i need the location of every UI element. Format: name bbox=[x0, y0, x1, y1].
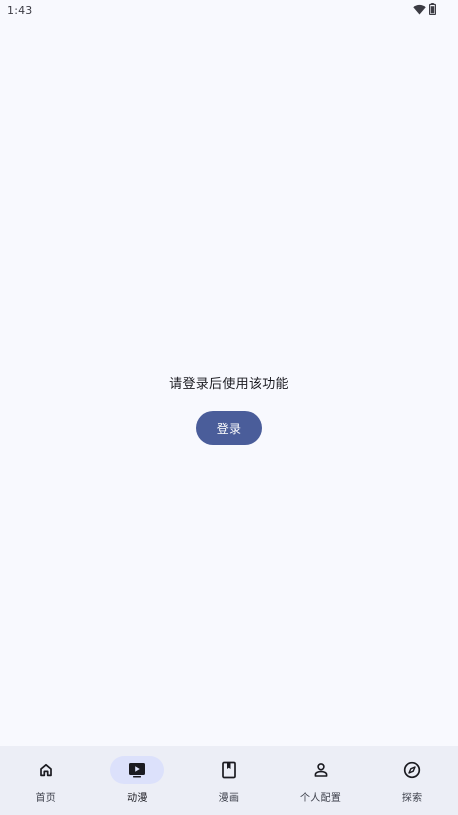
nav-label: 探索 bbox=[401, 793, 423, 804]
nav-item-manga[interactable]: 漫画 bbox=[183, 746, 275, 815]
nav-label: 动漫 bbox=[127, 793, 148, 804]
nav-item-explore[interactable]: 探索 bbox=[366, 746, 458, 815]
nav-pill bbox=[202, 756, 256, 784]
nav-pill bbox=[19, 756, 73, 784]
book-icon bbox=[221, 761, 237, 779]
bottom-navigation: 首页 动漫 漫画 个人配置 探索 bbox=[0, 746, 458, 815]
person-icon bbox=[313, 762, 329, 778]
login-required-message: 请登录后使用该功能 bbox=[169, 377, 289, 392]
compass-icon bbox=[403, 761, 421, 779]
nav-pill bbox=[294, 756, 348, 784]
nav-item-profile[interactable]: 个人配置 bbox=[275, 746, 367, 815]
login-prompt: 请登录后使用该功能 登录 bbox=[0, 375, 458, 445]
home-icon bbox=[38, 762, 54, 778]
nav-item-home[interactable]: 首页 bbox=[0, 746, 92, 815]
wifi-icon bbox=[413, 4, 426, 15]
status-bar: 1:43 bbox=[0, 0, 458, 22]
nav-pill bbox=[385, 756, 439, 784]
nav-label: 漫画 bbox=[218, 793, 240, 804]
status-icons bbox=[413, 3, 436, 15]
nav-label: 首页 bbox=[35, 793, 57, 804]
status-time: 1:43 bbox=[7, 4, 33, 17]
battery-icon bbox=[429, 3, 436, 15]
tv-play-icon bbox=[128, 762, 146, 778]
login-button[interactable]: 登录 bbox=[196, 411, 262, 445]
nav-item-anime[interactable]: 动漫 bbox=[92, 746, 184, 815]
nav-label: 个人配置 bbox=[299, 793, 342, 804]
nav-pill-active bbox=[110, 756, 165, 784]
